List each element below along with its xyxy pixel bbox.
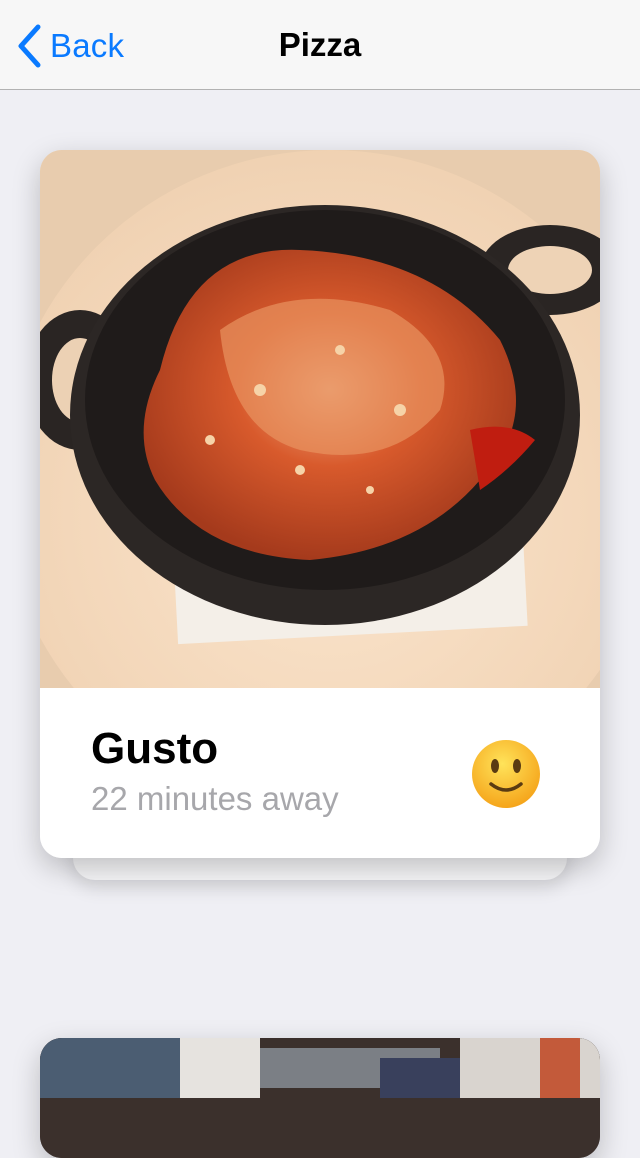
smiling-face-icon (472, 740, 540, 808)
navigation-bar: Back Pizza (0, 0, 640, 90)
food-photo (40, 150, 600, 688)
restaurant-card[interactable]: Gusto 22 minutes away (40, 150, 600, 858)
page-title: Pizza (278, 26, 362, 63)
card-footer: Gusto 22 minutes away (40, 688, 600, 858)
next-restaurant-photo (40, 1038, 600, 1158)
distance-label: 22 minutes away (91, 780, 339, 817)
restaurant-name: Gusto (91, 724, 219, 773)
next-restaurant-card[interactable] (40, 1038, 600, 1158)
